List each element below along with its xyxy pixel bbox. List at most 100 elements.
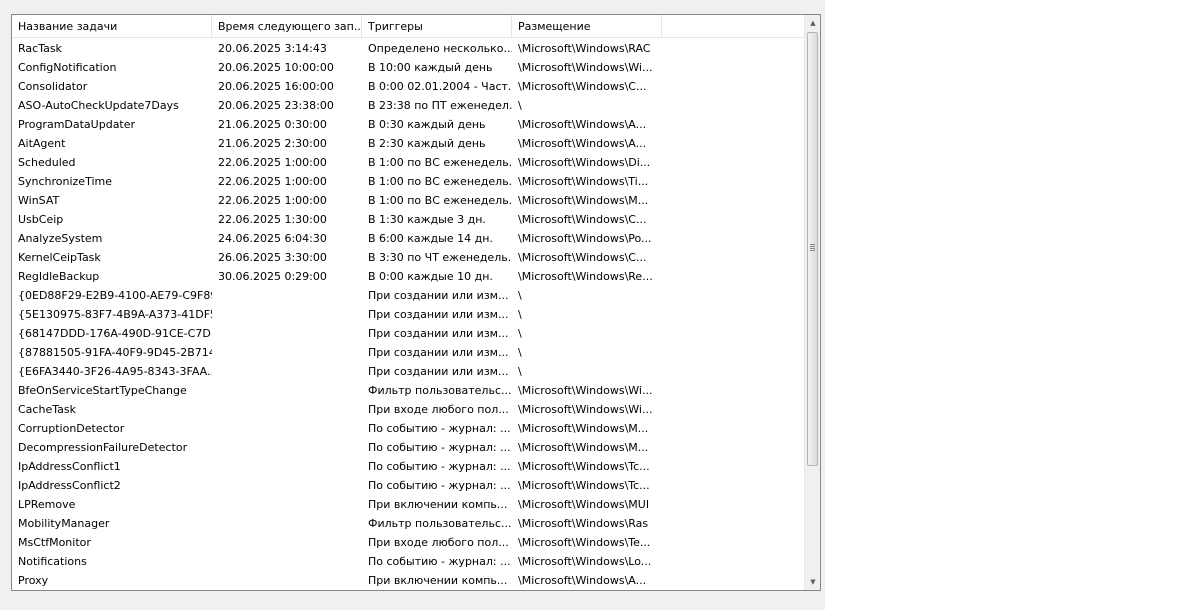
task-name-cell: CacheTask	[18, 403, 76, 416]
next-run-time-cell: 26.06.2025 3:30:00	[218, 251, 327, 264]
triggers-cell: Фильтр пользовательс...	[368, 384, 512, 397]
table-row[interactable]: CacheTask При входе любого пол... \Microso…	[12, 400, 804, 419]
table-row[interactable]: MsCtfMonitor При входе любого пол... \Micr…	[12, 533, 804, 552]
task-name-cell: AitAgent	[18, 137, 66, 150]
location-cell: \	[518, 346, 522, 359]
table-row[interactable]: ConfigNotification 20.06.2025 10:00:00 В 1…	[12, 58, 804, 77]
next-run-time-cell	[212, 419, 362, 438]
triggers-cell: В 3:30 по ЧТ еженедель...	[368, 251, 512, 264]
triggers-cell: По событию - журнал: ...	[368, 479, 511, 492]
scroll-down-arrow-icon[interactable]: ▼	[805, 574, 820, 590]
task-name-cell: ProgramDataUpdater	[18, 118, 136, 131]
triggers-cell: При включении компь...	[368, 574, 508, 587]
triggers-cell: При входе любого пол...	[368, 403, 509, 416]
table-row[interactable]: BfeOnServiceStartTypeChange Фильтр пользо…	[12, 381, 804, 400]
location-cell: \Microsoft\Windows\Wi...	[518, 403, 653, 416]
location-cell: \Microsoft\Windows\Re...	[518, 270, 653, 283]
triggers-cell: При создании или изм...	[368, 346, 509, 359]
task-name-cell: MsCtfMonitor	[18, 536, 91, 549]
table-row[interactable]: {68147DDD-176A-490D-91CE-C7D... При созда…	[12, 324, 804, 343]
triggers-cell: В 0:30 каждый день	[368, 118, 486, 131]
table-row[interactable]: {87881505-91FA-40F9-9D45-2B714... При соз…	[12, 343, 804, 362]
scroll-up-arrow-icon[interactable]: ▲	[805, 15, 820, 31]
location-cell: \Microsoft\Windows\Po...	[518, 232, 652, 245]
next-run-time-cell	[212, 552, 362, 571]
location-cell: \	[518, 289, 522, 302]
table-row[interactable]: UsbCeip 22.06.2025 1:30:00 В 1:30 каждые 3…	[12, 210, 804, 229]
table-row[interactable]: {E6FA3440-3F26-4A95-8343-3FAA... При созд…	[12, 362, 804, 381]
next-run-time-cell: 22.06.2025 1:00:00	[218, 194, 327, 207]
next-run-time-cell	[212, 457, 362, 476]
next-run-time-cell	[212, 305, 362, 324]
next-run-time-cell	[212, 324, 362, 343]
task-name-cell: IpAddressConflict1	[18, 460, 121, 473]
table-row[interactable]: {5E130975-83F7-4B9A-A373-41DF5... При соз…	[12, 305, 804, 324]
scrollbar-thumb[interactable]	[807, 32, 818, 466]
table-row[interactable]: KernelCeipTask 26.06.2025 3:30:00 В 3:30 п…	[12, 248, 804, 267]
task-name-cell: Scheduled	[18, 156, 76, 169]
table-row[interactable]: AitAgent 21.06.2025 2:30:00 В 2:30 каждый …	[12, 134, 804, 153]
table-row[interactable]: IpAddressConflict2 По событию - журнал: .…	[12, 476, 804, 495]
location-cell: \Microsoft\Windows\Ti...	[518, 175, 649, 188]
table-row[interactable]: ProgramDataUpdater 21.06.2025 0:30:00 В 0:…	[12, 115, 804, 134]
next-run-time-cell	[212, 343, 362, 362]
next-run-time-cell	[212, 571, 362, 590]
location-cell: \	[518, 308, 522, 321]
location-cell: \Microsoft\Windows\Wi...	[518, 61, 653, 74]
task-name-cell: SynchronizeTime	[18, 175, 112, 188]
task-list-view[interactable]: Название задачи Время следующего зап... …	[11, 14, 821, 591]
triggers-cell: При создании или изм...	[368, 289, 509, 302]
table-row[interactable]: Notifications По событию - журнал: ... \Mi…	[12, 552, 804, 571]
table-row[interactable]: SynchronizeTime 22.06.2025 1:00:00 В 1:00 …	[12, 172, 804, 191]
triggers-cell: В 6:00 каждые 14 дн.	[368, 232, 493, 245]
triggers-cell: По событию - журнал: ...	[368, 422, 511, 435]
table-row[interactable]: Consolidator 20.06.2025 16:00:00 В 0:00 02…	[12, 77, 804, 96]
table-row[interactable]: DecompressionFailureDetector По событию -…	[12, 438, 804, 457]
column-header-next-run-time[interactable]: Время следующего зап...	[212, 15, 362, 38]
table-row[interactable]: {0ED88F29-E2B9-4100-AE79-C9F89... При соз…	[12, 286, 804, 305]
table-row[interactable]: WinSAT 22.06.2025 1:00:00 В 1:00 по ВС еже…	[12, 191, 804, 210]
table-row[interactable]: MobilityManager Фильтр пользовательс... \M…	[12, 514, 804, 533]
table-row[interactable]: Scheduled 22.06.2025 1:00:00 В 1:00 по ВС …	[12, 153, 804, 172]
location-cell: \Microsoft\Windows\M...	[518, 422, 649, 435]
table-row[interactable]: AnalyzeSystem 24.06.2025 6:04:30 В 6:00 ка…	[12, 229, 804, 248]
location-cell: \Microsoft\Windows\Wi...	[518, 384, 653, 397]
column-header-location[interactable]: Размещение	[512, 15, 662, 38]
location-cell: \Microsoft\Windows\Te...	[518, 536, 651, 549]
task-name-cell: {87881505-91FA-40F9-9D45-2B714...	[18, 346, 212, 359]
task-name-cell: {5E130975-83F7-4B9A-A373-41DF5...	[18, 308, 212, 321]
location-cell: \Microsoft\Windows\RAC	[518, 42, 651, 55]
next-run-time-cell: 22.06.2025 1:00:00	[218, 175, 327, 188]
next-run-time-cell: 24.06.2025 6:04:30	[218, 232, 327, 245]
table-row[interactable]: RegIdleBackup 30.06.2025 0:29:00 В 0:00 ка…	[12, 267, 804, 286]
column-header-task-name[interactable]: Название задачи	[12, 15, 212, 38]
vertical-scrollbar[interactable]: ▲ ▼	[804, 15, 820, 590]
table-row[interactable]: IpAddressConflict1 По событию - журнал: .…	[12, 457, 804, 476]
task-name-cell: DecompressionFailureDetector	[18, 441, 188, 454]
task-name-cell: Notifications	[18, 555, 87, 568]
task-name-cell: Proxy	[18, 574, 49, 587]
task-name-cell: {68147DDD-176A-490D-91CE-C7D...	[18, 327, 212, 340]
task-rows: RacTask 20.06.2025 3:14:43 Определено неск…	[12, 39, 804, 590]
table-row[interactable]: Proxy При включении компь... \Microsoft\Wi…	[12, 571, 804, 590]
triggers-cell: В 2:30 каждый день	[368, 137, 486, 150]
triggers-cell: При создании или изм...	[368, 308, 509, 321]
triggers-cell: В 1:00 по ВС еженедель...	[368, 194, 512, 207]
triggers-cell: В 0:00 каждые 10 дн.	[368, 270, 493, 283]
task-name-cell: RegIdleBackup	[18, 270, 100, 283]
table-row[interactable]: LPRemove При включении компь... \Microsoft…	[12, 495, 804, 514]
column-header-filler	[662, 15, 804, 38]
scrollbar-grip-icon	[810, 244, 815, 251]
location-cell: \	[518, 327, 522, 340]
task-name-cell: AnalyzeSystem	[18, 232, 103, 245]
location-cell: \Microsoft\Windows\Ras	[518, 517, 649, 530]
triggers-cell: При входе любого пол...	[368, 536, 509, 549]
table-row[interactable]: RacTask 20.06.2025 3:14:43 Определено неск…	[12, 39, 804, 58]
triggers-cell: Определено несколько...	[368, 42, 512, 55]
column-header-triggers[interactable]: Триггеры	[362, 15, 512, 38]
next-run-time-cell: 20.06.2025 16:00:00	[218, 80, 334, 93]
next-run-time-cell: 22.06.2025 1:00:00	[218, 156, 327, 169]
table-row[interactable]: ASO-AutoCheckUpdate7Days 20.06.2025 23:38…	[12, 96, 804, 115]
task-name-cell: KernelCeipTask	[18, 251, 101, 264]
table-row[interactable]: CorruptionDetector По событию - журнал: .…	[12, 419, 804, 438]
